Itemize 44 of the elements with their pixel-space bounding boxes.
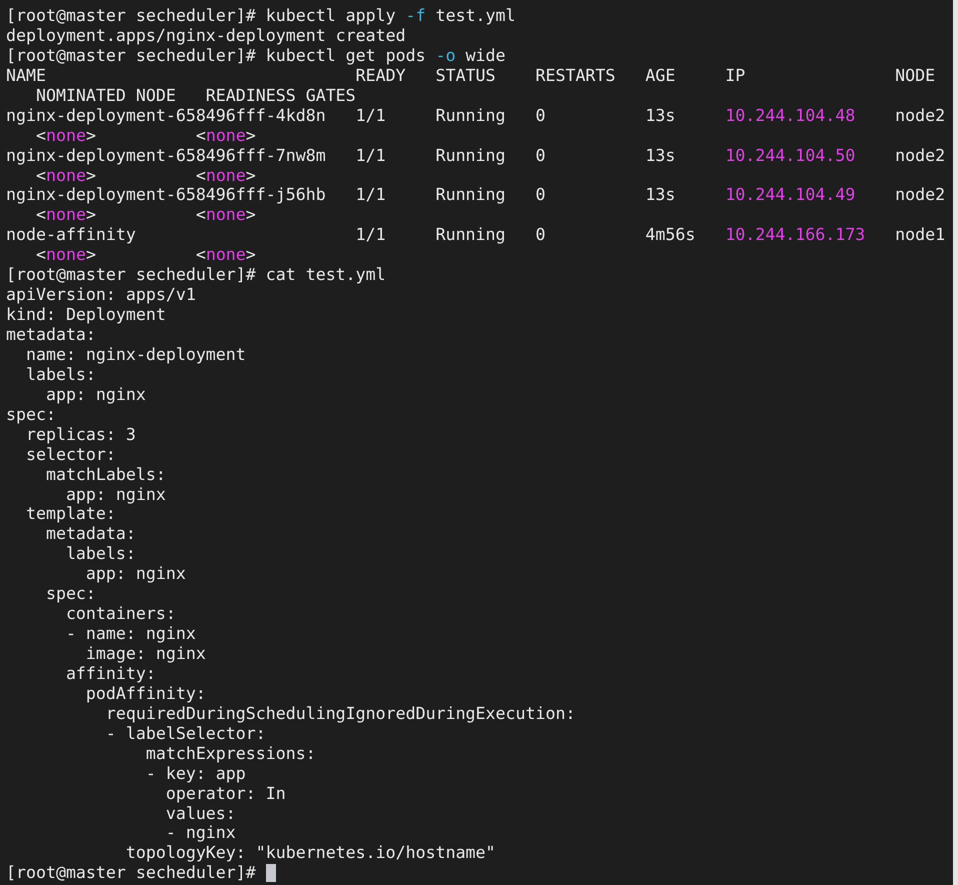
terminal-line: nginx-deployment-658496fff-7nw8m 1/1 Running 0 13s 10.244.104.50 node2 <box>6 146 946 166</box>
terminal-line: spec: <box>44 584 96 604</box>
terminal-line: name: nginx-deployment <box>24 344 246 365</box>
terminal-line: <none> <none> <box>34 166 256 186</box>
terminal-line: template: <box>24 504 116 524</box>
terminal-line: app: nginx <box>84 564 186 584</box>
terminal-line: <none> <none> <box>34 205 256 226</box>
terminal-line: [root@master secheduler]# kubectl get pods -o wide <box>6 46 506 66</box>
terminal-line: podAffinity: <box>84 684 206 704</box>
terminal-line: labels: <box>64 544 136 564</box>
terminal-line: topologyKey: "kubernetes.io/hostname" <box>124 843 496 864</box>
terminal-line: metadata: <box>6 325 96 345</box>
terminal-line: requiredDuringSchedulingIgnoredDuringExecution: <box>104 704 576 724</box>
terminal-line: metadata: <box>44 524 136 544</box>
terminal-line: matchExpressions: <box>144 744 316 764</box>
terminal-line: matchLabels: <box>44 464 166 485</box>
terminal-line: [root@master secheduler]# kubectl apply -f test.yml <box>6 6 516 26</box>
terminal-line: values: <box>164 804 236 824</box>
terminal-line: image: nginx <box>84 644 206 664</box>
terminal-line: NOMINATED NODE READINESS GATES <box>34 86 356 106</box>
terminal-line: NAME READY STATUS RESTARTS AGE IP NODE <box>6 66 936 86</box>
terminal-line: - nginx <box>164 823 236 844</box>
terminal-line: [root@master secheduler]# cat test.yml <box>6 265 386 286</box>
terminal-line: containers: <box>64 604 176 624</box>
terminal-line: - labelSelector: <box>104 724 266 744</box>
terminal-line: replicas: 3 <box>24 424 136 445</box>
terminal-line: <none> <none> <box>34 245 256 266</box>
terminal-line: operator: In <box>164 784 286 804</box>
terminal-line: selector: <box>24 444 116 465</box>
terminal-line: nginx-deployment-658496fff-j56hb 1/1 Running 0 13s 10.244.104.49 node2 <box>6 185 946 206</box>
terminal-line: affinity: <box>64 664 156 684</box>
terminal-line: kind: Deployment <box>6 305 166 326</box>
terminal-line: <none> <none> <box>34 126 256 146</box>
terminal-line: app: nginx <box>44 384 146 405</box>
terminal-line: nginx-deployment-658496fff-4kd8n 1/1 Running 0 13s 10.244.104.48 node2 <box>6 106 946 126</box>
terminal-line: deployment.apps/nginx-deployment created <box>6 26 406 46</box>
terminal-line: node-affinity 1/1 Running 0 4m56s 10.244.166.173 node1 <box>6 225 946 246</box>
terminal-line: spec: <box>6 404 56 425</box>
terminal-line: [root@master secheduler]# <box>6 863 257 884</box>
terminal-line: - key: app <box>144 764 246 784</box>
terminal-line: - name: nginx <box>64 624 196 644</box>
terminal-line: labels: <box>24 364 96 385</box>
terminal-line: apiVersion: apps/v1 <box>6 285 196 306</box>
terminal-line: app: nginx <box>64 484 166 504</box>
